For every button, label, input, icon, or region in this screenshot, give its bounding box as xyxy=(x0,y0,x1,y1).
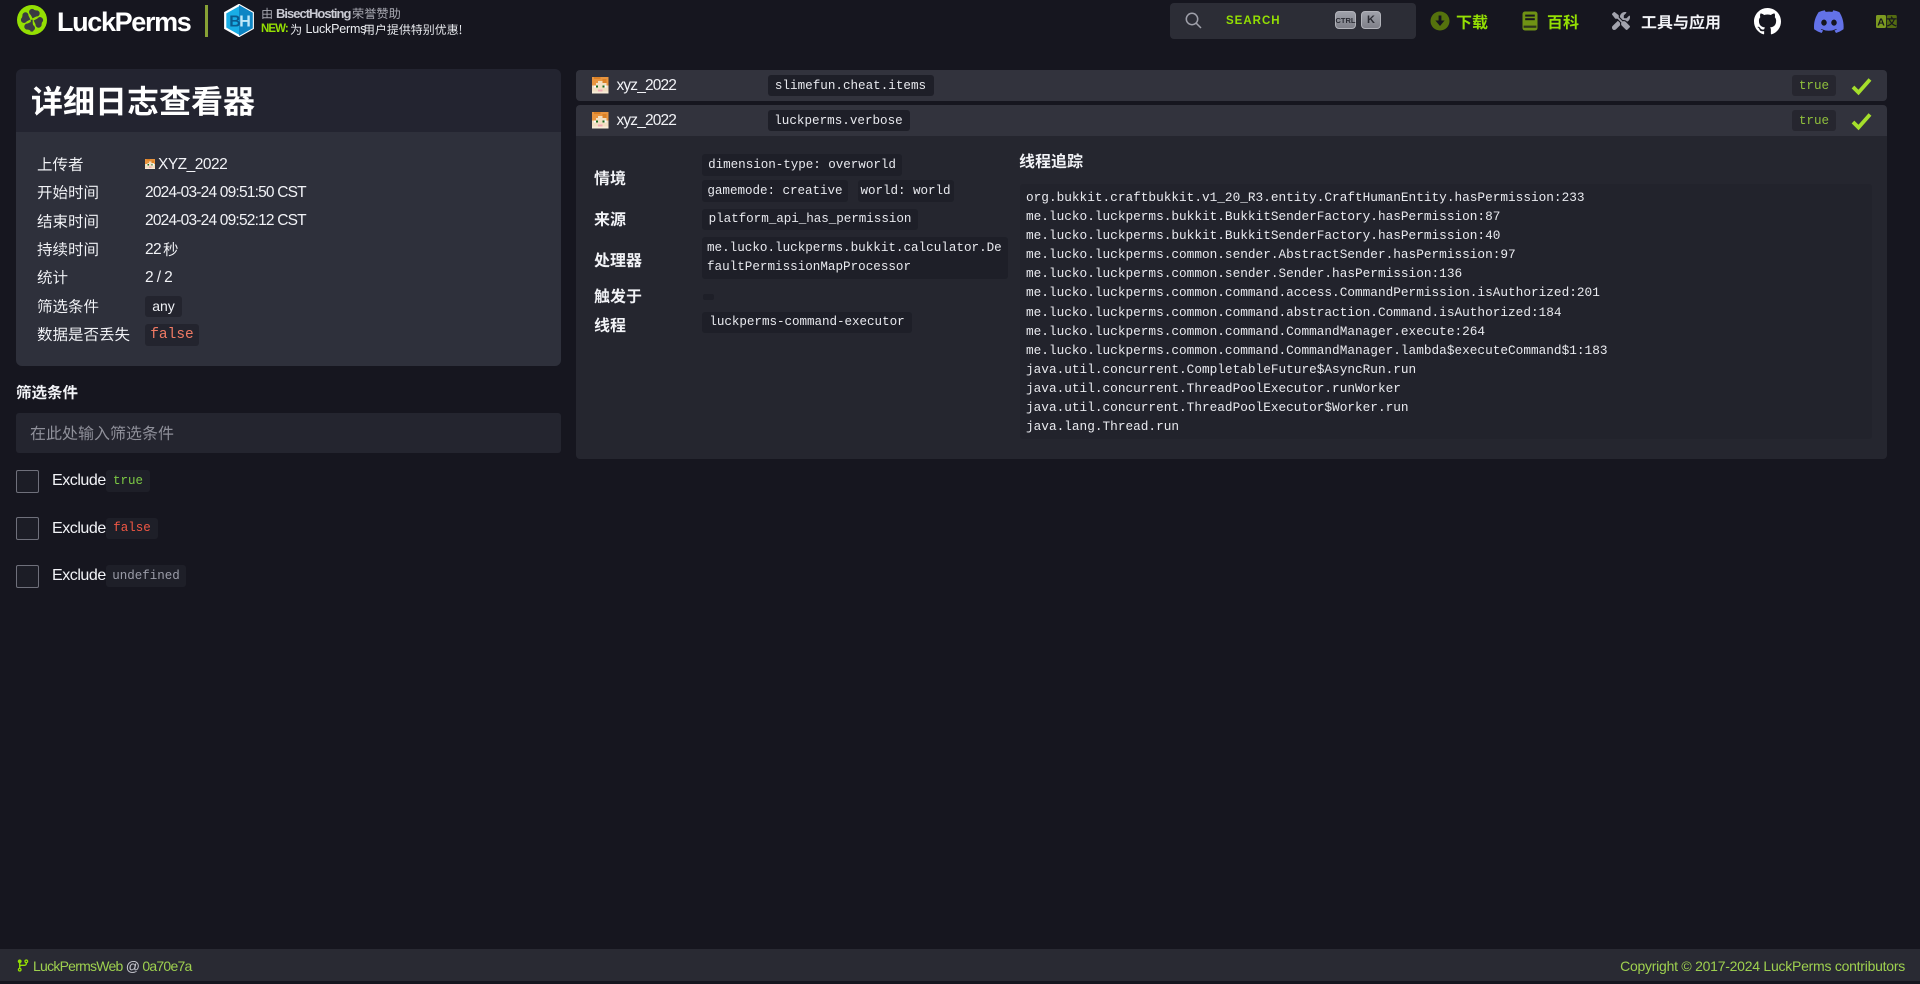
svg-text:文: 文 xyxy=(1887,16,1897,28)
svg-text:A: A xyxy=(1877,16,1885,28)
svg-text:H: H xyxy=(239,14,251,31)
